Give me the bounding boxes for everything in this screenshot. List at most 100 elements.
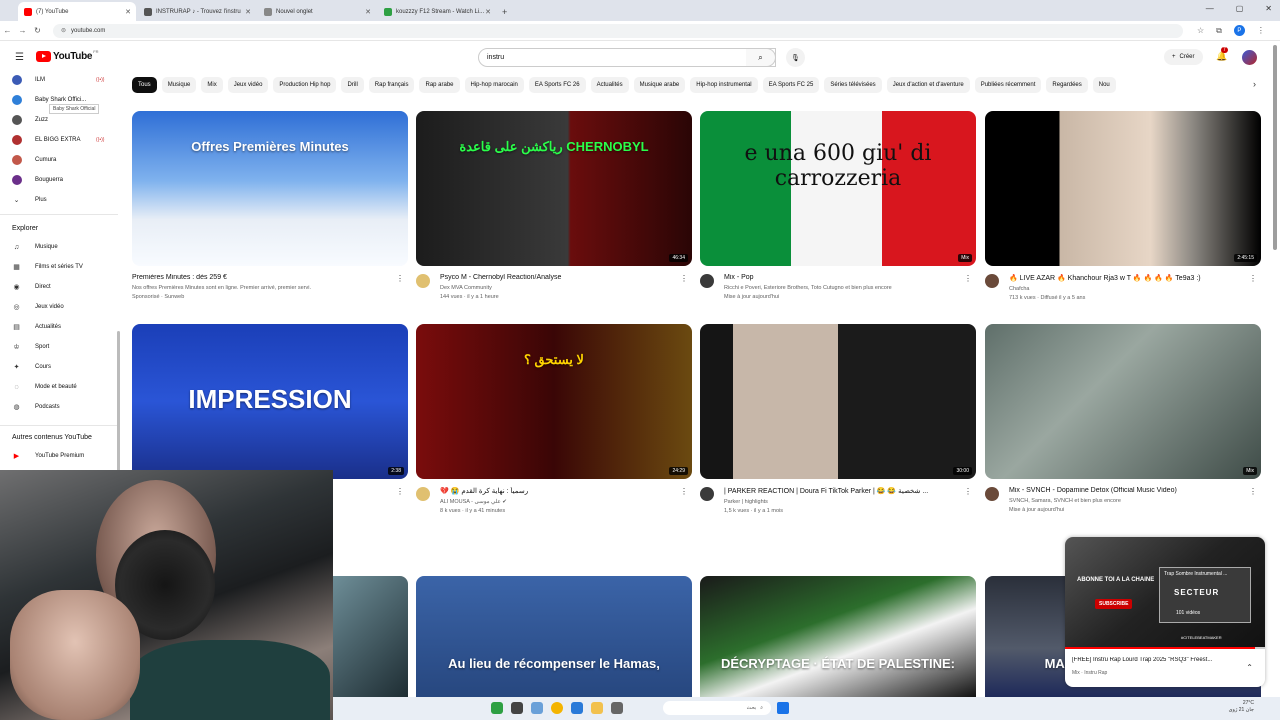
sidebar-item-explorer[interactable]: ◌ Mode et beauté bbox=[12, 381, 76, 393]
sidebar-item-explorer[interactable]: ▤ Actualités bbox=[12, 321, 61, 333]
hamburger-menu-icon[interactable]: ☰ bbox=[15, 52, 24, 63]
sidebar-item-explorer[interactable]: ✦ Cours bbox=[12, 361, 51, 373]
sidebar-item-youtube-premium[interactable]: ▶ YouTube Premium bbox=[12, 450, 84, 462]
filter-chip[interactable]: Séries télévisées bbox=[824, 77, 882, 93]
account-avatar[interactable] bbox=[1242, 50, 1257, 65]
video-thumbnail[interactable]: e una 600 giu' di carrozzeria Mix bbox=[700, 111, 976, 266]
filter-chip[interactable]: Musique bbox=[161, 77, 197, 93]
video-title[interactable]: Psyco M - Chernobyl Reaction/Analyse bbox=[440, 274, 692, 281]
video-title[interactable]: | PARKER REACTION | Doura Fi TikTok Park… bbox=[724, 487, 976, 495]
windows-start-icon[interactable] bbox=[777, 702, 789, 714]
filter-chip[interactable]: Publiées récemment bbox=[974, 77, 1042, 93]
filter-chip[interactable]: Jeux d'action et d'aventure bbox=[886, 77, 970, 93]
video-thumbnail[interactable]: 30:00 bbox=[700, 324, 976, 479]
browser-menu-icon[interactable]: ⋮ bbox=[1257, 26, 1265, 35]
filter-chip[interactable]: EA Sports FC 26 bbox=[528, 77, 586, 93]
close-tab-icon[interactable]: ✕ bbox=[365, 8, 371, 16]
video-channel[interactable]: Dex MVA Community bbox=[440, 285, 692, 291]
url-field[interactable]: ⊜ youtube.com bbox=[53, 23, 1183, 38]
extensions-icon[interactable]: ⧉ bbox=[1216, 26, 1222, 36]
video-thumbnail[interactable]: 2:45:15 bbox=[985, 111, 1261, 266]
more-actions-icon[interactable]: ⋮ bbox=[964, 274, 972, 283]
more-actions-icon[interactable]: ⋮ bbox=[680, 487, 688, 496]
sidebar-item-explorer[interactable]: ◎ Jeux vidéo bbox=[12, 301, 63, 313]
new-tab-button[interactable]: + bbox=[502, 2, 507, 21]
profile-avatar[interactable]: P bbox=[1233, 25, 1245, 36]
filter-chip[interactable]: Musique arabe bbox=[633, 77, 686, 93]
close-tab-icon[interactable]: ✕ bbox=[125, 8, 131, 16]
app-icon[interactable] bbox=[611, 702, 623, 714]
forward-icon[interactable]: → bbox=[15, 26, 30, 35]
browser-tab[interactable]: INSTRURAP ♪ - Trouvez l'instru ✕ bbox=[138, 2, 256, 21]
video-thumbnail[interactable]: لا يستحق ؟ 24:29 bbox=[416, 324, 692, 479]
minimize-icon[interactable]: — bbox=[1206, 4, 1214, 13]
sidebar-item-subscription[interactable]: Bouguerra bbox=[12, 174, 63, 186]
sidebar-item-explorer[interactable]: ▦ Films et séries TV bbox=[12, 261, 83, 273]
sidebar-item-explorer[interactable]: ◍ Podcasts bbox=[12, 401, 59, 413]
more-actions-icon[interactable]: ⋮ bbox=[1249, 274, 1257, 283]
video-channel[interactable]: Chafcha bbox=[1009, 286, 1261, 292]
more-actions-icon[interactable]: ⋮ bbox=[680, 274, 688, 283]
chrome-icon[interactable] bbox=[551, 702, 563, 714]
reload-icon[interactable]: ↻ bbox=[30, 26, 45, 35]
sidebar-item-explorer[interactable]: ◉ Direct bbox=[12, 281, 50, 293]
filter-chip[interactable]: Hip-hop marocain bbox=[464, 77, 524, 93]
channel-avatar[interactable] bbox=[985, 274, 999, 288]
filter-chip[interactable]: Production Hip hop bbox=[273, 77, 337, 93]
filter-chip[interactable]: Actualités bbox=[590, 77, 629, 93]
search-input[interactable]: instru ✕ bbox=[478, 48, 776, 67]
edge-icon[interactable] bbox=[571, 702, 583, 714]
video-thumbnail[interactable]: DÉCRYPTAGE · ÉTAT DE PALESTINE: bbox=[700, 576, 976, 697]
more-actions-icon[interactable]: ⋮ bbox=[1249, 487, 1257, 496]
voice-search-button[interactable]: 🎙 bbox=[786, 48, 805, 67]
mini-player-title[interactable]: [FREE] Instru Rap Lourd Trap 2025 "RSQ3"… bbox=[1072, 657, 1247, 663]
video-channel[interactable]: ALI MOUSA - علي موسى ✔ bbox=[440, 499, 692, 505]
video-thumbnail[interactable]: Au lieu de récompenser le Hamas, bbox=[416, 576, 692, 697]
video-title[interactable]: Premières Minutes : dès 259 € bbox=[132, 274, 408, 281]
app-icon[interactable] bbox=[531, 702, 543, 714]
app-icon[interactable] bbox=[491, 702, 503, 714]
channel-avatar[interactable] bbox=[416, 274, 430, 288]
sidebar-item-subscription[interactable]: ILM ((•)) bbox=[12, 74, 104, 86]
close-tab-icon[interactable]: ✕ bbox=[485, 8, 491, 16]
filter-chip[interactable]: Rap français bbox=[368, 77, 415, 93]
site-info-icon[interactable]: ⊜ bbox=[61, 27, 66, 34]
bookmark-star-icon[interactable]: ☆ bbox=[1197, 26, 1204, 35]
sidebar-item-explorer[interactable]: ♫ Musique bbox=[12, 241, 58, 253]
more-actions-icon[interactable]: ⋮ bbox=[964, 487, 972, 496]
create-button[interactable]: + Créer bbox=[1164, 49, 1203, 65]
video-thumbnail[interactable]: Mix bbox=[985, 324, 1261, 479]
page-scrollbar[interactable] bbox=[1273, 45, 1277, 250]
video-channel[interactable]: Nos offres Premières Minutes sont en lig… bbox=[132, 285, 408, 291]
taskbar-search[interactable]: بحث ⌕ bbox=[663, 701, 771, 715]
channel-avatar[interactable] bbox=[700, 274, 714, 288]
sidebar-item-subscription[interactable]: EL BIGG EXTRA ((•)) bbox=[12, 134, 104, 146]
filter-chip[interactable]: EA Sports FC 25 bbox=[762, 77, 820, 93]
video-channel[interactable]: SVNCH, Samara, SVNCH et bien plus encore bbox=[1009, 498, 1261, 504]
video-channel[interactable]: Parker | highlights bbox=[724, 499, 976, 505]
video-title[interactable]: Mix - SVNCH - Dopamine Detox (Official M… bbox=[1009, 487, 1261, 494]
filter-chip[interactable]: Rap arabe bbox=[419, 77, 460, 93]
back-icon[interactable]: ← bbox=[0, 26, 15, 35]
youtube-logo[interactable]: YouTube FR bbox=[36, 49, 99, 62]
more-actions-icon[interactable]: ⋮ bbox=[396, 274, 404, 283]
close-tab-icon[interactable]: ✕ bbox=[245, 8, 251, 16]
video-thumbnail[interactable]: رياكشن على قاعدة CHERNOBYL 46:34 bbox=[416, 111, 692, 266]
video-title[interactable]: 🔥 LIVE AZAR 🔥 Khanchour Rja3 w T 🔥 🔥 🔥 🔥… bbox=[1009, 274, 1261, 282]
channel-avatar[interactable] bbox=[700, 487, 714, 501]
mini-player-video[interactable]: ABONNE TOI A LA CHAINE SUBSCRIBE Trap So… bbox=[1065, 537, 1265, 649]
close-window-icon[interactable]: ✕ bbox=[1265, 4, 1272, 13]
video-thumbnail[interactable]: Offres Premières Minutes bbox=[132, 111, 408, 266]
filter-chip[interactable]: Jeux vidéo bbox=[227, 77, 269, 93]
browser-tab[interactable]: kouzzzy F12 Stream - Watch Li... ✕ bbox=[378, 2, 496, 21]
filter-chip[interactable]: Tous bbox=[132, 77, 157, 93]
notifications-button[interactable]: 🔔 7 bbox=[1216, 47, 1228, 62]
sidebar-item-explorer[interactable]: ♔ Sport bbox=[12, 341, 49, 353]
sidebar-item-subscription[interactable]: Zuzz bbox=[12, 114, 48, 126]
search-button[interactable]: ⌕ bbox=[746, 48, 776, 67]
sidebar-item-subscription[interactable]: Cumura bbox=[12, 154, 56, 166]
video-title[interactable]: 💔 😭 رسمياً : نهاية كرة القدم bbox=[440, 487, 692, 495]
browser-tab[interactable]: (7) YouTube ✕ bbox=[18, 2, 136, 21]
mini-player[interactable]: ABONNE TOI A LA CHAINE SUBSCRIBE Trap So… bbox=[1065, 537, 1265, 687]
terminal-icon[interactable] bbox=[511, 702, 523, 714]
